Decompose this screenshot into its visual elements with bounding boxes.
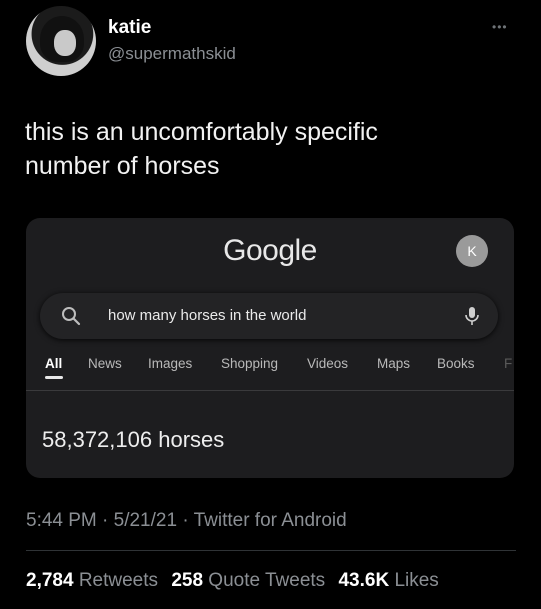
author-handle[interactable]: @supermathskid xyxy=(108,44,236,64)
search-query: how many horses in the world xyxy=(108,307,307,324)
tab-videos: Videos xyxy=(307,356,349,371)
quote-tweets-label: Quote Tweets xyxy=(208,570,326,591)
search-icon xyxy=(62,307,81,326)
embedded-google-screenshot[interactable]: Google K how many horses in the world Al… xyxy=(26,218,514,478)
search-tabs: All News Images Shopping Videos Maps Boo… xyxy=(26,356,514,378)
likes-link[interactable]: 43.6K Likes xyxy=(338,570,438,591)
avatar-face xyxy=(54,30,76,56)
tab-images: Images xyxy=(148,356,193,371)
search-bar: how many horses in the world xyxy=(40,293,498,339)
likes-count: 43.6K xyxy=(338,570,390,591)
tab-shopping: Shopping xyxy=(221,356,279,371)
tweet-text-line: number of horses xyxy=(25,152,220,180)
quote-tweets-link[interactable]: 258 Quote Tweets xyxy=(171,570,325,591)
google-logo: Google xyxy=(223,234,317,267)
tweet-timestamp[interactable]: 5:44 PM · 5/21/21 · Twitter for Android xyxy=(26,510,347,532)
avatar[interactable] xyxy=(26,6,96,76)
active-tab-indicator xyxy=(45,376,63,379)
engagement-stats: 2,784 Retweets 258 Quote Tweets 43.6K Li… xyxy=(26,570,439,592)
microphone-icon xyxy=(465,307,479,325)
account-avatar: K xyxy=(456,235,488,267)
tab-more: F xyxy=(504,356,513,371)
retweets-link[interactable]: 2,784 Retweets xyxy=(26,570,158,591)
tab-maps: Maps xyxy=(377,356,411,371)
tweet-text: this is an uncomfortably specific number… xyxy=(25,115,515,183)
ellipsis-icon[interactable]: ••• xyxy=(492,20,508,34)
search-result: 58,372,106 horses xyxy=(42,427,225,452)
retweets-label: Retweets xyxy=(78,570,159,591)
likes-label: Likes xyxy=(394,570,439,591)
quote-tweets-count: 258 xyxy=(171,570,204,591)
author-name[interactable]: katie xyxy=(108,17,151,39)
tweet: katie @supermathskid ••• this is an unco… xyxy=(0,0,541,609)
tweet-text-line: this is an uncomfortably specific xyxy=(25,118,378,146)
tabs-divider xyxy=(26,390,514,391)
retweets-count: 2,784 xyxy=(26,570,74,591)
tab-all: All xyxy=(45,356,63,371)
tab-news: News xyxy=(88,356,122,371)
divider xyxy=(26,550,516,551)
tab-books: Books xyxy=(437,356,475,371)
